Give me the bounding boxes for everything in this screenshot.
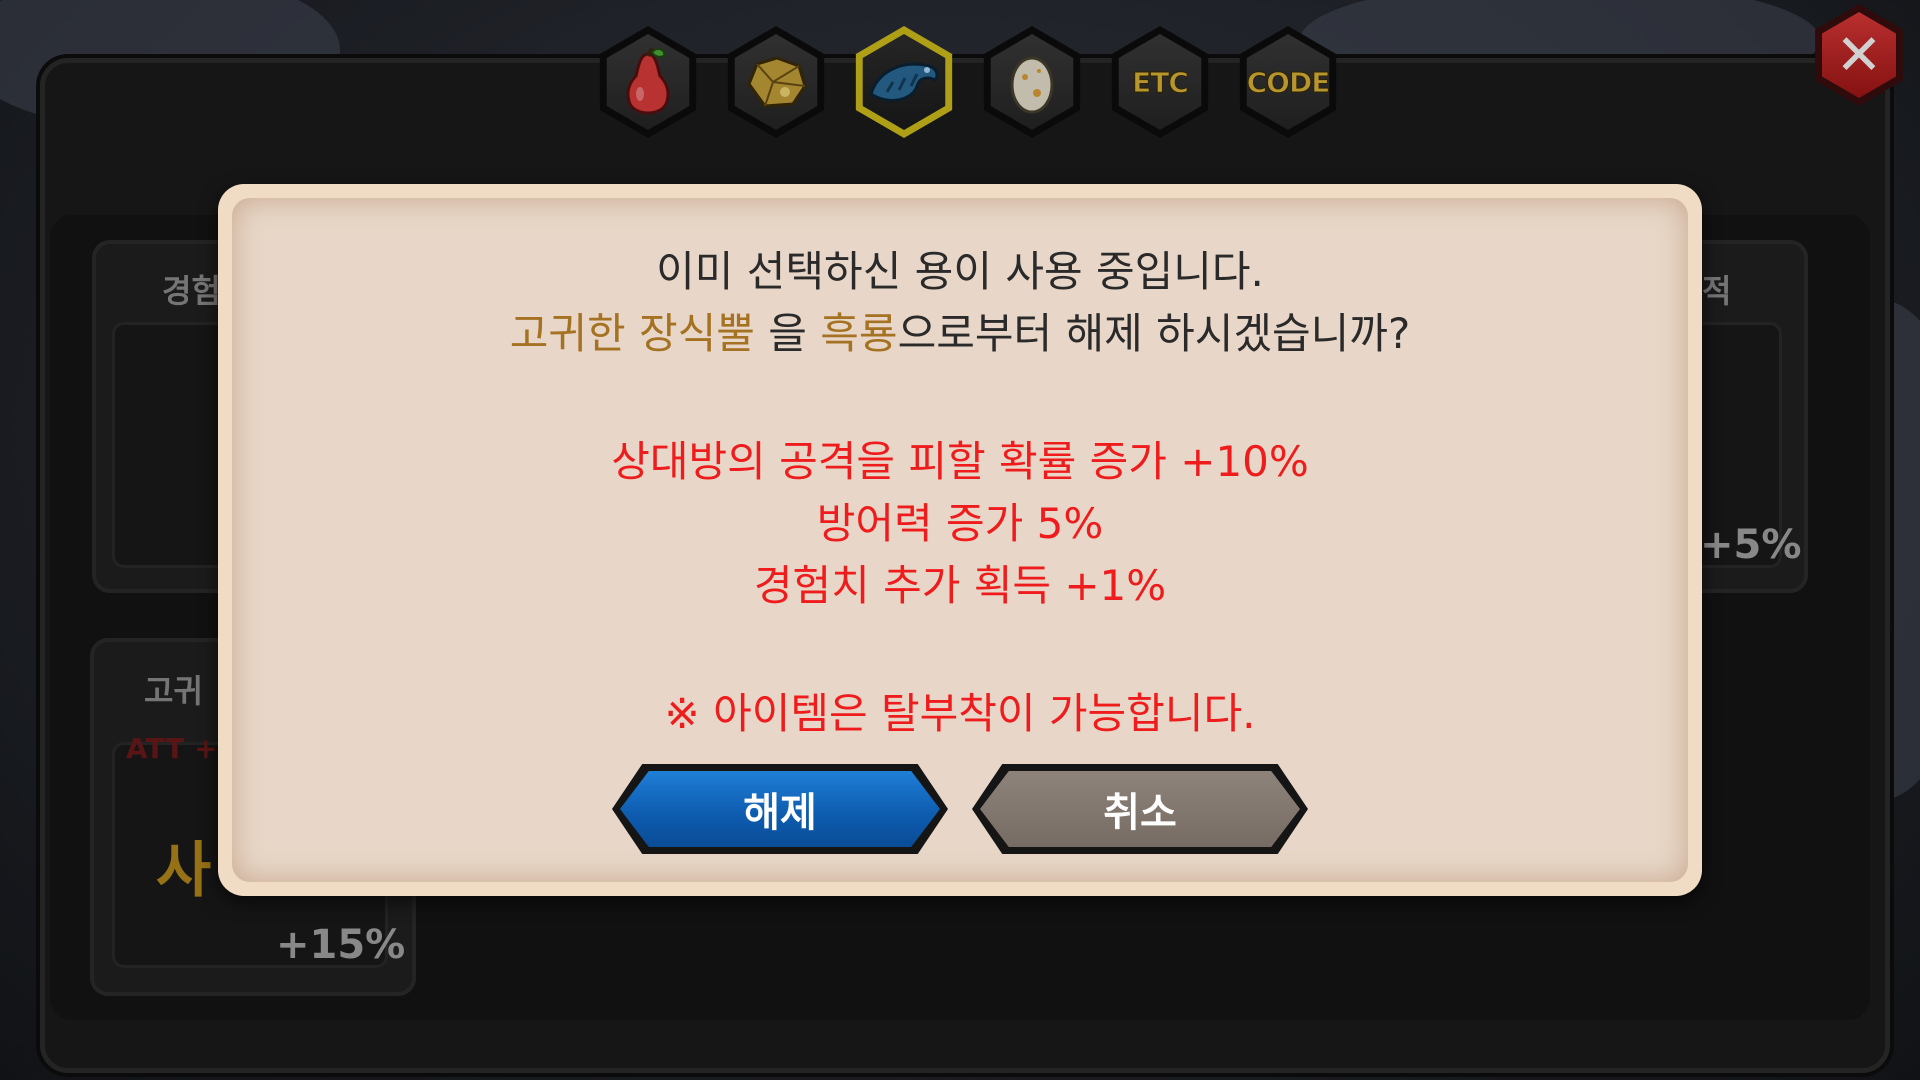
cancel-button-label: 취소 xyxy=(1103,790,1177,836)
question-text: 으로부터 해제 하시겠습니까? xyxy=(897,309,1411,358)
dialog-line-in-use: 이미 선택하신 용이 사용 중입니다. xyxy=(656,247,1264,296)
cancel-button[interactable]: 취소 xyxy=(972,764,1308,854)
particle-text: 을 xyxy=(754,309,821,358)
effect-line: 방어력 증가 5% xyxy=(816,499,1104,548)
detach-note: ※ 아이템은 탈부착이 가능합니다. xyxy=(664,689,1256,738)
item-name: 고귀한 장식뿔 xyxy=(509,309,755,358)
unequip-button[interactable]: 해제 xyxy=(612,764,948,854)
unequip-button-label: 해제 xyxy=(743,790,817,836)
effect-line: 상대방의 공격을 피할 확률 증가 +10% xyxy=(611,437,1309,486)
dragon-name: 흑룡 xyxy=(820,309,898,358)
effect-line: 경험치 추가 획득 +1% xyxy=(753,561,1167,610)
dialog-line-unequip-question: 고귀한 장식뿔 을 흑룡으로부터 해제 하시겠습니까? xyxy=(0,300,1920,361)
